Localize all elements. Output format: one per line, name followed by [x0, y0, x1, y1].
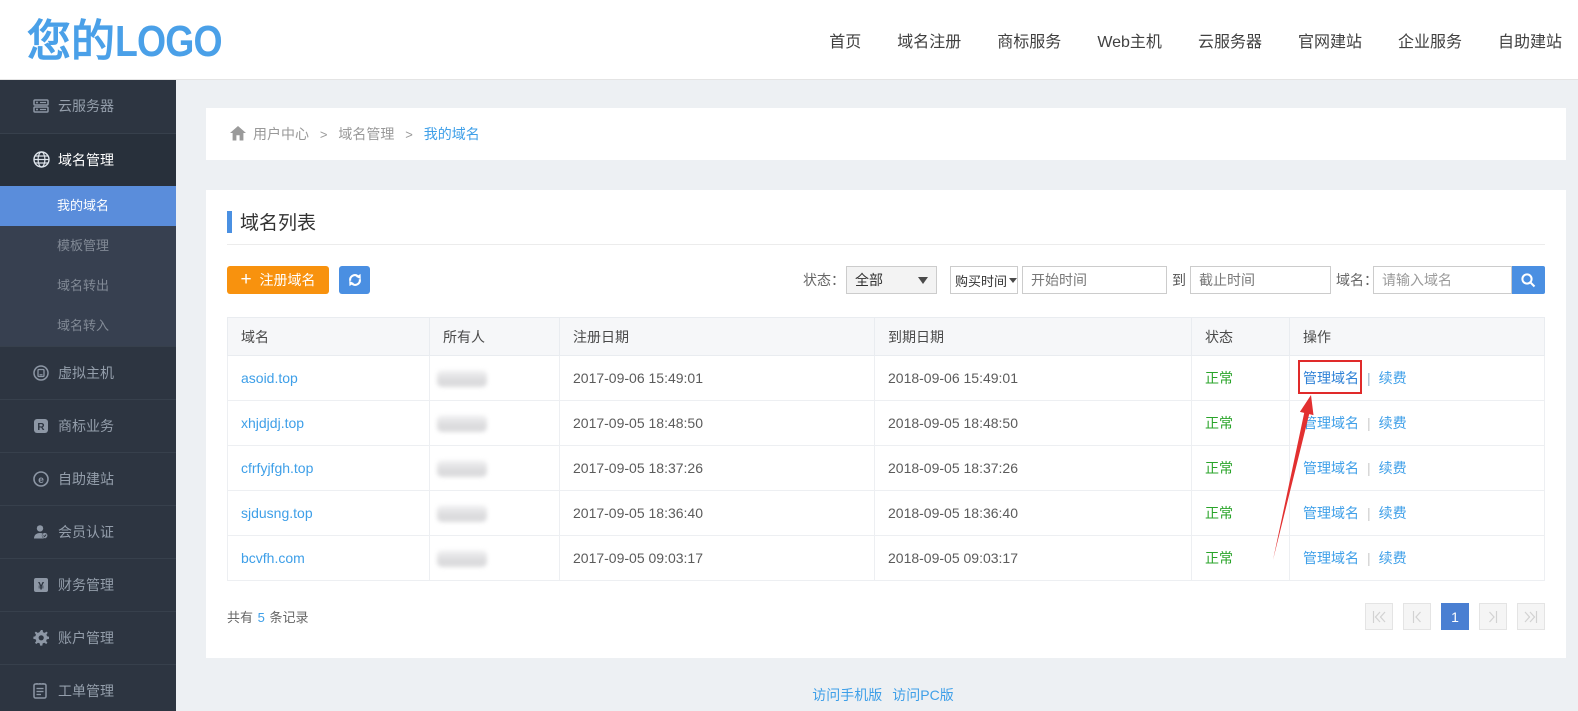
svg-text:¥: ¥: [38, 581, 45, 593]
svg-text:e: e: [38, 474, 44, 486]
svg-text:R: R: [37, 422, 45, 433]
